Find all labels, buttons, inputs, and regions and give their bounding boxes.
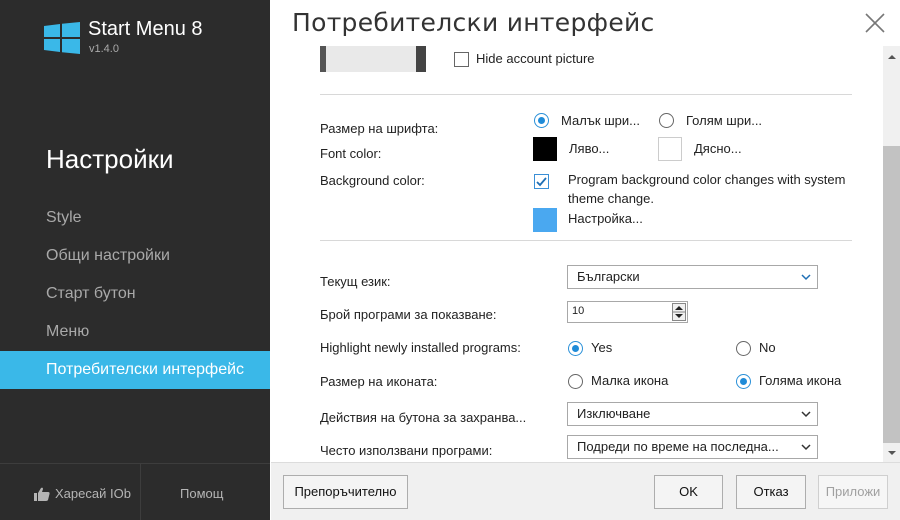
background-color-label: Background color: xyxy=(320,173,425,188)
sidebar: Start Menu 8 v1.4.0 Настройки Style Общи… xyxy=(0,0,270,520)
close-icon[interactable] xyxy=(864,12,886,34)
power-button-label: Действия на бутона за захранва... xyxy=(320,410,527,425)
hide-account-picture-checkbox[interactable] xyxy=(454,52,469,67)
font-color-left-swatch[interactable] xyxy=(533,137,557,161)
help-button[interactable]: Помощ xyxy=(180,486,223,501)
font-color-right-swatch[interactable] xyxy=(658,137,682,161)
like-label: Харесай IOb xyxy=(55,486,131,501)
icon-size-label: Размер на иконата: xyxy=(320,374,438,389)
recommended-button[interactable]: Препоръчително xyxy=(283,475,408,509)
settings-panel: Hide account picture Размер на шрифта: М… xyxy=(271,46,883,462)
stepper-arrows-icon xyxy=(673,306,685,318)
apply-button[interactable]: Приложи xyxy=(818,475,888,509)
frequent-programs-label: Често използвани програми: xyxy=(320,443,493,458)
font-size-label: Размер на шрифта: xyxy=(320,121,439,136)
divider xyxy=(320,94,852,95)
stepper-buttons[interactable] xyxy=(672,303,686,321)
highlight-yes-label: Yes xyxy=(591,340,613,355)
highlight-label: Highlight newly installed programs: xyxy=(320,340,521,355)
font-color-label: Font color: xyxy=(320,146,382,161)
background-sync-checkbox[interactable] xyxy=(534,174,549,189)
chevron-down-icon xyxy=(801,444,811,451)
sidebar-item-general-settings[interactable]: Общи настройки xyxy=(0,237,270,275)
sidebar-item-menu[interactable]: Меню xyxy=(0,313,270,351)
sidebar-item-user-interface[interactable]: Потребителски интерфейс xyxy=(0,351,270,389)
power-button-value: Изключване xyxy=(577,406,651,421)
font-size-small-radio[interactable] xyxy=(534,113,549,128)
divider xyxy=(320,240,852,241)
font-color-right-label[interactable]: Дясно... xyxy=(694,141,742,156)
language-label: Текущ език: xyxy=(320,274,391,289)
font-size-small-label: Малък шри... xyxy=(561,113,640,128)
sidebar-item-label: Style xyxy=(46,209,82,226)
highlight-no-radio[interactable] xyxy=(736,341,751,356)
frequent-programs-value: Подреди по време на последна... xyxy=(577,439,779,454)
hide-account-picture-label: Hide account picture xyxy=(476,51,595,66)
frequent-programs-select[interactable]: Подреди по време на последна... xyxy=(567,435,818,459)
cancel-button[interactable]: Отказ xyxy=(736,475,806,509)
font-size-large-radio[interactable] xyxy=(659,113,674,128)
background-sync-label: Program background color changes with sy… xyxy=(568,172,846,206)
scrollbar-thumb[interactable] xyxy=(883,146,900,443)
highlight-no-label: No xyxy=(759,340,776,355)
icon-size-large-label: Голяма икона xyxy=(759,373,842,388)
page-title: Потребителски интерфейс xyxy=(292,8,655,37)
app-version: v1.4.0 xyxy=(89,43,119,55)
language-value: Български xyxy=(577,269,640,284)
sidebar-footer: Харесай IOb Помощ xyxy=(0,463,270,520)
sidebar-heading: Настройки xyxy=(46,144,174,174)
background-custom-swatch[interactable] xyxy=(533,208,557,232)
footer-divider xyxy=(140,464,141,520)
like-button[interactable]: Харесай IOb xyxy=(34,486,131,501)
sidebar-item-start-button[interactable]: Старт бутон xyxy=(0,275,270,313)
scroll-down-icon[interactable] xyxy=(887,448,897,458)
background-custom-label[interactable]: Настройка... xyxy=(568,211,643,226)
icon-size-small-label: Малка икона xyxy=(591,373,669,388)
dialog-footer: Препоръчително OK Отказ Приложи xyxy=(271,462,900,520)
font-color-left-label[interactable]: Ляво... xyxy=(569,141,609,156)
highlight-yes-radio[interactable] xyxy=(568,341,583,356)
sidebar-item-label: Потребителски интерфейс xyxy=(46,361,245,378)
language-select[interactable]: Български xyxy=(567,265,818,289)
font-size-large-label: Голям шри... xyxy=(686,113,763,128)
program-count-label: Брой програми за показване: xyxy=(320,307,497,322)
app-name: Start Menu 8 xyxy=(88,18,203,40)
chevron-down-icon xyxy=(801,411,811,418)
scroll-up-icon[interactable] xyxy=(887,52,897,62)
account-picture-preview xyxy=(320,46,426,72)
ok-button[interactable]: OK xyxy=(654,475,723,509)
icon-size-large-radio[interactable] xyxy=(736,374,751,389)
chevron-down-icon xyxy=(801,274,811,281)
power-button-select[interactable]: Изключване xyxy=(567,402,818,426)
sidebar-item-label: Общи настройки xyxy=(46,247,170,264)
icon-size-small-radio[interactable] xyxy=(568,374,583,389)
checkmark-icon xyxy=(536,177,547,187)
program-count-stepper[interactable]: 10 xyxy=(567,301,688,323)
sidebar-item-label: Меню xyxy=(46,323,90,340)
program-count-value: 10 xyxy=(572,305,585,317)
windows-logo-icon xyxy=(44,22,80,54)
thumbs-up-icon xyxy=(34,487,50,501)
sidebar-item-label: Старт бутон xyxy=(46,285,136,302)
sidebar-item-style[interactable]: Style xyxy=(0,199,270,237)
